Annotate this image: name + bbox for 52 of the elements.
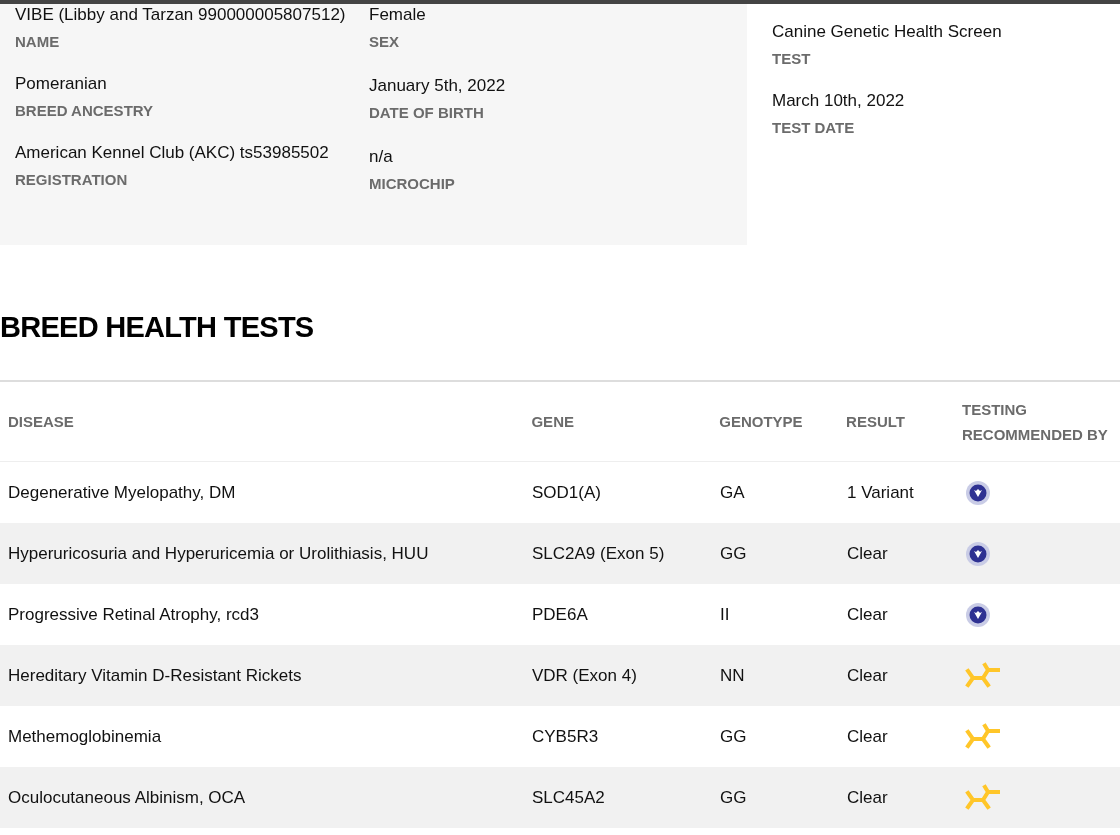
antibody-icon (965, 661, 1001, 690)
result-cell: Clear (847, 726, 888, 746)
seal-icon (965, 479, 991, 506)
gene-cell: SOD1(A) (532, 482, 601, 502)
antibody-icon (965, 722, 1001, 751)
field-label: TEST DATE (772, 118, 856, 138)
genotype-cell: GG (720, 726, 747, 746)
genotype-cell: GA (720, 482, 745, 502)
gene-cell: CYB5R3 (532, 726, 599, 746)
field-value: Female (369, 4, 427, 26)
genotype-cell: GG (720, 543, 747, 563)
result-cell: Clear (847, 604, 888, 624)
seal-icon (965, 601, 991, 628)
column-header: RESULT (846, 412, 906, 432)
field-label: MICROCHIP (369, 174, 456, 194)
result-cell: Clear (847, 665, 888, 685)
field-value: VIBE (Libby and Tarzan 990000005807512) (15, 4, 347, 26)
section-title: BREED HEALTH TESTS (0, 310, 315, 345)
gene-cell: PDE6A (532, 604, 588, 624)
field-label: BREED ANCESTRY (15, 101, 155, 121)
field-label: NAME (15, 32, 61, 52)
result-cell: 1 Variant (847, 482, 914, 502)
disease-cell: Progressive Retinal Atrophy, rcd3 (8, 604, 260, 624)
gene-cell: SLC2A9 (Exon 5) (532, 543, 665, 563)
genotype-cell: II (720, 604, 730, 624)
field-label: TEST (772, 49, 812, 69)
field-value: January 5th, 2022 (369, 75, 506, 97)
field-label: REGISTRATION (15, 170, 129, 190)
disease-cell: Methemoglobinemia (8, 726, 162, 746)
field-value: March 10th, 2022 (772, 90, 906, 112)
field-value: American Kennel Club (AKC) ts53985502 (15, 142, 330, 164)
column-header: TESTING RECOMMENDED BY (962, 399, 1109, 445)
genotype-cell: NN (720, 665, 745, 685)
field-label: SEX (369, 32, 400, 52)
result-cell: Clear (847, 787, 888, 807)
gene-cell: SLC45A2 (532, 787, 605, 807)
column-header: DISEASE (8, 412, 75, 432)
gene-cell: VDR (Exon 4) (532, 665, 637, 685)
seal-icon (965, 540, 991, 567)
disease-cell: Degenerative Myelopathy, DM (8, 482, 236, 502)
field-label: DATE OF BIRTH (369, 103, 485, 123)
column-header: GENE (531, 412, 575, 432)
column-header: GENOTYPE (719, 412, 804, 432)
field-value: Pomeranian (15, 73, 108, 95)
field-value: n/a (369, 146, 394, 168)
antibody-icon (965, 783, 1001, 812)
result-cell: Clear (847, 543, 888, 563)
disease-cell: Oculocutaneous Albinism, OCA (8, 787, 246, 807)
disease-cell: Hereditary Vitamin D-Resistant Rickets (8, 665, 302, 685)
genotype-cell: GG (720, 787, 747, 807)
disease-cell: Hyperuricosuria and Hyperuricemia or Urolithiasis, HUU (8, 543, 429, 563)
field-value: Canine Genetic Health Screen (772, 21, 1002, 43)
